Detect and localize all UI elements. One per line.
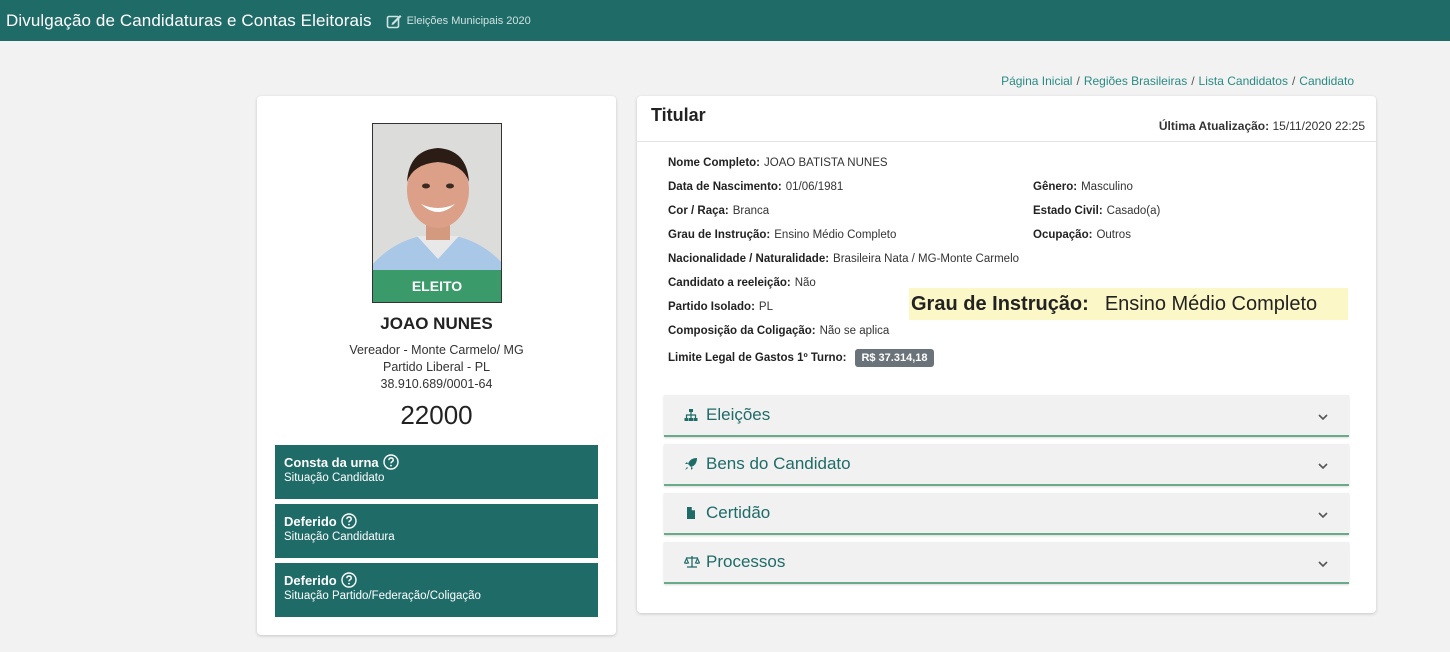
field-marital-status: Estado Civil: Casado(a)	[1033, 205, 1161, 217]
status-party: Deferido Situação Partido/Federação/Coli…	[275, 563, 598, 617]
file-icon	[684, 506, 698, 520]
details-title: Titular	[651, 105, 706, 125]
app-title[interactable]: Divulgação de Candidaturas e Contas Elei…	[6, 11, 372, 31]
accordion-processes-label: Processos	[706, 552, 786, 571]
status-candidate-title: Consta da urna	[284, 454, 379, 470]
breadcrumb-regions[interactable]: Regiões Brasileiras	[1084, 74, 1187, 88]
chevron-down-icon	[1317, 508, 1329, 520]
election-subtitle: Eleições Municipais 2020	[406, 14, 531, 27]
status-candidate-subtitle: Situação Candidato	[284, 472, 385, 484]
candidate-party: Partido Liberal - PL	[382, 360, 490, 374]
candidate-number: 22000	[400, 400, 473, 430]
details-card: Titular Última Atualização: 15/11/2020 2…	[637, 96, 1376, 613]
field-party: Partido Isolado: PL	[668, 301, 773, 313]
balance-scale-icon	[683, 555, 701, 569]
top-bar: Divulgação de Candidaturas e Contas Elei…	[0, 0, 1450, 41]
spending-limit-badge: R$ 37.314,18	[855, 349, 934, 367]
chevron-down-icon	[1317, 459, 1329, 471]
accordion-assets-label: Bens do Candidato	[706, 454, 851, 473]
candidate-name: JOAO NUNES	[380, 314, 493, 333]
status-party-subtitle: Situação Partido/Federação/Coligação	[284, 590, 481, 602]
candidate-card: ELEITO JOAO NUNES Vereador - Monte Carme…	[257, 96, 616, 635]
highlight-label: Grau de Instrução:	[911, 292, 1089, 315]
field-coalition: Composição da Coligação: Não se aplica	[668, 325, 890, 337]
status-candidate: Consta da urna Situação Candidato	[275, 445, 598, 499]
breadcrumb-home[interactable]: Página Inicial	[1001, 74, 1072, 88]
field-nationality: Nacionalidade / Naturalidade: Brasileira …	[668, 253, 1020, 265]
chevron-down-icon	[1317, 557, 1329, 569]
status-candidacy: Deferido Situação Candidatura	[275, 504, 598, 558]
accordion-processes[interactable]: Processos	[664, 542, 1349, 584]
accordion-elections[interactable]: Eleições	[664, 395, 1349, 437]
candidate-cnpj: 38.910.689/0001-64	[380, 377, 493, 391]
field-occupation: Ocupação: Outros	[1033, 229, 1131, 241]
elected-badge: ELEITO	[373, 270, 501, 302]
status-party-title: Deferido	[284, 572, 337, 588]
breadcrumb-candidates-list[interactable]: Lista Candidatos	[1199, 74, 1288, 88]
accordion-assets[interactable]: Bens do Candidato	[664, 444, 1349, 486]
accordion-elections-label: Eleições	[706, 405, 771, 424]
candidate-photo: ELEITO	[372, 123, 502, 303]
highlight-value: Ensino Médio Completo	[1104, 292, 1318, 315]
chevron-down-icon	[1317, 410, 1329, 422]
rocket-icon	[684, 457, 698, 471]
help-icon[interactable]	[341, 572, 357, 588]
breadcrumb: Página Inicial / Regiões Brasileiras / Lista…	[1001, 74, 1354, 88]
field-birth-date: Data de Nascimento: 01/06/1981	[668, 181, 844, 193]
field-race: Cor / Raça: Branca	[668, 205, 770, 217]
education-highlight: Grau de Instrução: Ensino Médio Completo	[909, 288, 1348, 320]
field-reelection: Candidato a reeleição: Não	[668, 277, 816, 289]
edit-icon	[386, 13, 402, 29]
help-icon[interactable]	[341, 513, 357, 529]
candidate-role: Vereador - Monte Carmelo/ MG	[349, 343, 524, 357]
accordion-certificate-label: Certidão	[706, 503, 771, 522]
field-education: Grau de Instrução: Ensino Médio Completo	[668, 229, 897, 241]
divider	[637, 141, 1376, 142]
last-update: Última Atualização: 15/11/2020 22:25	[1159, 119, 1365, 133]
help-icon[interactable]	[382, 454, 399, 470]
field-spending-limit: Limite Legal de Gastos 1º Turno: R$ 37.31…	[668, 349, 934, 367]
sitemap-icon	[684, 408, 698, 422]
accordion-certificate[interactable]: Certidão	[664, 493, 1349, 535]
breadcrumb-candidate: Candidato	[1299, 74, 1354, 88]
status-candidacy-subtitle: Situação Candidatura	[284, 531, 395, 543]
field-full-name: Nome Completo: JOAO BATISTA NUNES	[668, 157, 888, 169]
last-update-value: 15/11/2020 22:25	[1272, 119, 1365, 133]
status-candidacy-title: Deferido	[284, 513, 337, 529]
last-update-label: Última Atualização:	[1158, 119, 1270, 133]
field-gender: Gênero: Masculino	[1033, 181, 1133, 193]
